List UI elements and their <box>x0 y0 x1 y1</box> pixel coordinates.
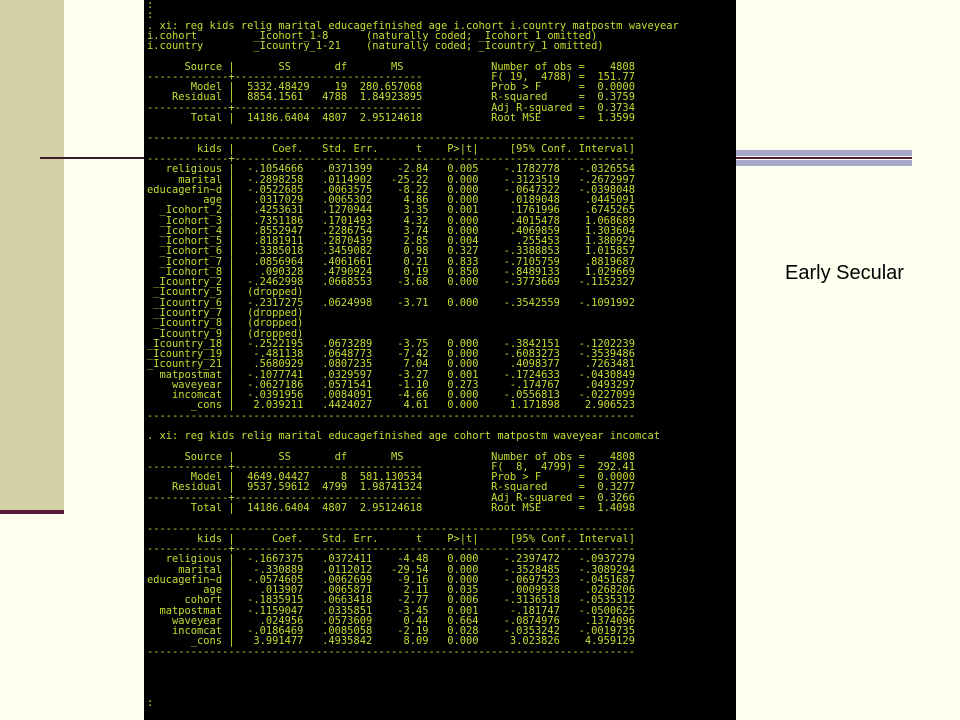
terminal-line: . xi: reg kids relig marital educagefini… <box>147 430 660 443</box>
regression-output-text: ::. xi: reg kids relig marital educagefi… <box>147 0 679 708</box>
terminal-line: : <box>147 0 154 11</box>
right-divider-band-bottom <box>736 160 912 166</box>
terminal-line: ----------------------------------------… <box>147 645 635 658</box>
left-accent-bar <box>0 0 64 512</box>
left-divider-rule <box>0 510 64 514</box>
terminal-line: i.country _Icountry_1-21 (naturally code… <box>147 40 604 53</box>
terminal-line: _Icountry_8 | (dropped) <box>147 317 304 330</box>
stata-output-window: ::. xi: reg kids relig marital educagefi… <box>144 0 736 720</box>
terminal-line: ----------------------------------------… <box>147 409 635 422</box>
right-divider-band-top <box>736 150 912 156</box>
terminal-line: religious | -.1054666 .0371399 -2.84 0.0… <box>147 163 635 176</box>
title-underline-rule <box>40 157 146 159</box>
terminal-line: Total | 14186.6404 4807 2.95124618 Root … <box>147 502 635 515</box>
terminal-line: Total | 14186.6404 4807 2.95124618 Root … <box>147 111 635 124</box>
terminal-line: : <box>147 697 154 710</box>
slide-label: Early Secular <box>785 262 904 284</box>
right-divider-rule <box>736 157 912 159</box>
terminal-line: : <box>147 9 154 22</box>
